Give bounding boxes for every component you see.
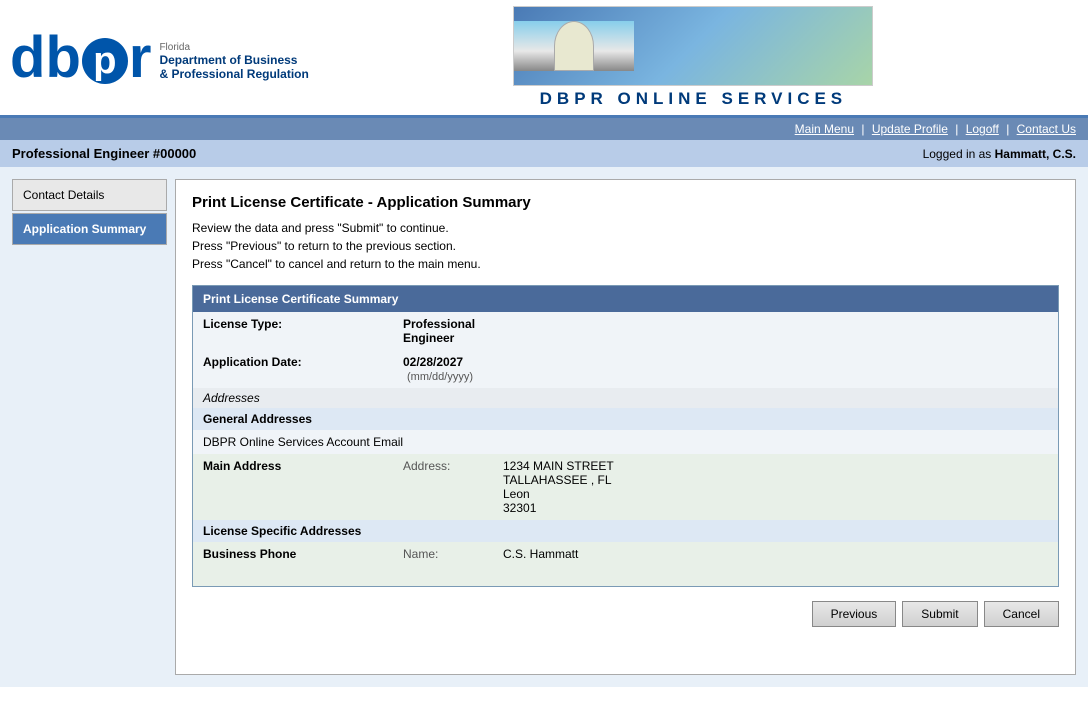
name-value: C.S. Hammatt [493,542,1058,566]
main-menu-link[interactable]: Main Menu [795,122,854,136]
dept-text: Florida Department of Business & Profess… [159,42,308,87]
dbpr-account-label: DBPR Online Services Account Email [193,430,1058,454]
banner-capitol [514,21,633,71]
logo-text: dbpr [10,29,151,87]
address-line2: TALLAHASSEE , FL [503,473,1048,487]
spacer-row [193,566,1058,586]
sub-header: Professional Engineer #00000 Logged in a… [0,140,1088,167]
dbpr-account-row: DBPR Online Services Account Email [193,430,1058,454]
submit-button[interactable]: Submit [902,601,977,627]
username: Hammatt, C.S. [995,147,1076,161]
instruction-3: Press "Cancel" to cancel and return to t… [192,257,1059,271]
address-value: 1234 MAIN STREET TALLAHASSEE , FL Leon 3… [493,454,1058,520]
license-type-label: License Type: [193,312,393,350]
logo-area: dbpr Florida Department of Business & Pr… [10,29,309,87]
banner-image [513,6,873,86]
summary-header: Print License Certificate Summary [193,286,1058,312]
addresses-section-row: Addresses [193,388,1058,408]
app-date-row: Application Date: 02/28/2027 (mm/dd/yyyy… [193,350,1058,388]
page-title: Print License Certificate - Application … [192,194,1059,211]
general-addresses-label: General Addresses [193,408,1058,430]
instruction-2: Press "Previous" to return to the previo… [192,239,1059,253]
license-type-row: License Type: Professional Engineer [193,312,1058,350]
summary-table: License Type: Professional Engineer Appl… [193,312,1058,586]
summary-section: Print License Certificate Summary Licens… [192,285,1059,587]
update-profile-link[interactable]: Update Profile [872,122,948,136]
instruction-1: Review the data and press "Submit" to co… [192,221,1059,235]
license-type-value: Professional Engineer [393,312,493,350]
nav-bar: Main Menu | Update Profile | Logoff | Co… [0,118,1088,140]
header-banner-area: DBPR ONLINE SERVICES [309,6,1078,109]
address-line4: 32301 [503,501,1048,515]
address-field-label: Address: [393,454,493,520]
button-row: Previous Submit Cancel [192,601,1059,627]
content-area: Print License Certificate - Application … [175,179,1076,675]
app-date-value: 02/28/2027 (mm/dd/yyyy) [393,350,493,388]
main-address-row: Main Address Address: 1234 MAIN STREET T… [193,454,1058,520]
license-specific-row: License Specific Addresses [193,520,1058,542]
main-content: Contact Details Application Summary Prin… [0,167,1088,687]
license-specific-label: License Specific Addresses [193,520,1058,542]
banner-title: DBPR ONLINE SERVICES [540,89,848,109]
sidebar: Contact Details Application Summary [12,179,167,675]
business-phone-label: Business Phone [193,542,393,566]
sidebar-item-application-summary[interactable]: Application Summary [12,213,167,245]
license-number: Professional Engineer #00000 [12,146,196,161]
name-field-label: Name: [393,542,493,566]
address-line1: 1234 MAIN STREET [503,459,1048,473]
logged-in-info: Logged in as Hammatt, C.S. [923,147,1076,161]
date-format-note: (mm/dd/yyyy) [407,371,473,383]
business-phone-row: Business Phone Name: C.S. Hammatt [193,542,1058,566]
cancel-button[interactable]: Cancel [984,601,1059,627]
contact-us-link[interactable]: Contact Us [1017,122,1076,136]
app-date-label: Application Date: [193,350,393,388]
page-header: dbpr Florida Department of Business & Pr… [0,0,1088,118]
previous-button[interactable]: Previous [812,601,897,627]
dbpr-logo: dbpr Florida Department of Business & Pr… [10,29,309,87]
nav-links: Main Menu | Update Profile | Logoff | Co… [795,122,1076,136]
addresses-label: Addresses [193,388,1058,408]
main-address-label: Main Address [193,454,393,520]
logoff-link[interactable]: Logoff [966,122,999,136]
sidebar-item-contact-details[interactable]: Contact Details [12,179,167,211]
general-addresses-row: General Addresses [193,408,1058,430]
address-line3: Leon [503,487,1048,501]
